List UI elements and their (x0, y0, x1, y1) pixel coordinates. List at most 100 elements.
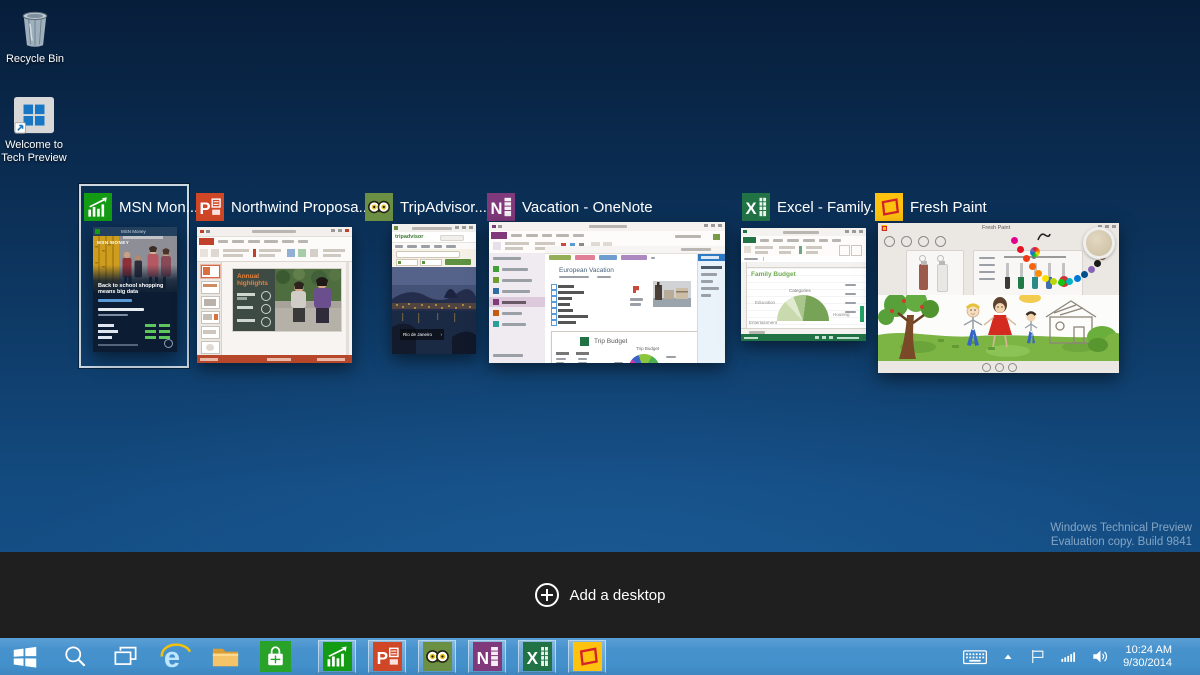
internet-explorer-icon (159, 641, 192, 672)
fresh-paint-icon (875, 193, 903, 221)
on-pages-panel (697, 253, 725, 363)
fp-color-wheel (1030, 247, 1040, 257)
ppt-slide: Annual highlights (233, 269, 341, 331)
taskview-tile-fresh-paint[interactable]: Fresh Paint Fresh Paint (875, 189, 1121, 375)
add-desktop-label: Add a desktop (569, 586, 666, 604)
xl-label-education: Education (755, 300, 776, 305)
tile-header[interactable]: MSN Mon... (84, 189, 198, 225)
window-thumbnail-powerpoint[interactable]: Annual highlights (197, 227, 352, 363)
window-thumbnail-tripadvisor[interactable]: tripadvisor Rio de Janeiro › (392, 224, 476, 354)
msn-brand: MSN MONEY (97, 240, 130, 245)
msn-overlay: Back to school shopping means big data (93, 265, 177, 352)
desktop-icon-welcome-tech-preview[interactable]: Welcome to Tech Preview (0, 96, 69, 165)
taskview-tile-msn-money[interactable]: MSN Mon... MSN Money MSN MONEY Back to s… (84, 189, 198, 364)
excel-icon (742, 193, 770, 221)
store-button[interactable] (250, 638, 300, 675)
ta-logo: tripadvisor (395, 234, 424, 240)
ppt-scrollbar (346, 262, 349, 355)
tile-header[interactable]: Fresh Paint (875, 189, 987, 225)
action-center-flag-icon[interactable] (1028, 647, 1047, 666)
volume-icon[interactable] (1090, 646, 1111, 667)
ta-header: tripadvisor (392, 232, 476, 242)
ta-photo-rio (392, 267, 476, 354)
on-pie-chart (628, 354, 660, 363)
tripadvisor-icon (423, 642, 452, 671)
tile-header[interactable]: Northwind Proposa... (196, 189, 371, 225)
msn-money-icon (84, 193, 112, 221)
search-button[interactable] (50, 638, 100, 675)
xl-label-entertainment: Entertainment (749, 320, 778, 325)
taskbar-app-powerpoint[interactable] (368, 640, 406, 673)
show-hidden-icons-chevron[interactable] (1000, 649, 1016, 665)
on-searchbar (545, 246, 725, 254)
start-button[interactable] (0, 638, 50, 675)
xl-ribbon (741, 236, 866, 257)
msn-headline: Back to school shopping means big data (98, 283, 164, 295)
window-thumbnail-onenote[interactable]: European Vacation Trip Budget Trip Budge… (489, 222, 725, 363)
touch-keyboard-icon[interactable] (962, 644, 988, 670)
on-budget-card: Trip Budget Trip Budget (551, 331, 701, 363)
search-icon (61, 643, 89, 671)
taskbar-app-onenote[interactable] (468, 640, 506, 673)
on-photo (653, 281, 691, 307)
desktop: Recycle Bin Welcome to Tech Preview Wind… (0, 0, 1200, 675)
taskbar-app-tripadvisor[interactable] (418, 640, 456, 673)
taskbar: 10:24 AM 9/30/2014 (0, 638, 1200, 675)
task-view-button[interactable] (100, 638, 150, 675)
window-thumbnail-msn-money[interactable]: MSN Money MSN MONEY Back to school shopp… (93, 227, 177, 352)
tile-header[interactable]: TripAdvisor... (365, 189, 487, 225)
tile-header[interactable]: Excel - Family... (742, 189, 883, 225)
ppt-slide-photo (275, 269, 341, 331)
xl-grid: Family Budget Categories Education Housi… (741, 262, 866, 328)
fp-palette (878, 223, 1119, 295)
plus-circle-icon (534, 583, 559, 607)
ta-photo-label: Rio de Janeiro › (400, 329, 444, 340)
tile-title: MSN Mon... (119, 198, 199, 216)
ppt-statusbar (197, 355, 352, 363)
taskview-tile-excel[interactable]: Excel - Family... Family Budget Categori… (741, 189, 883, 341)
ppt-ribbon (197, 237, 352, 262)
welcome-shortcut-icon (13, 96, 55, 136)
tile-title: Vacation - OneNote (522, 198, 653, 216)
taskbar-app-msn-money[interactable] (318, 640, 356, 673)
powerpoint-icon (196, 193, 224, 221)
internet-explorer-button[interactable] (150, 638, 200, 675)
add-desktop-button[interactable]: Add a desktop (534, 583, 666, 607)
taskview-tile-powerpoint[interactable]: Northwind Proposa... Annual highlights (196, 189, 371, 364)
tile-title: Excel - Family... (777, 198, 883, 216)
window-thumbnail-fresh-paint[interactable]: Fresh Paint (878, 223, 1119, 373)
taskbar-app-excel[interactable] (518, 640, 556, 673)
on-card-title: Trip Budget (594, 338, 628, 345)
powerpoint-icon (373, 642, 402, 671)
taskbar-app-fresh-paint[interactable] (568, 640, 606, 673)
taskview-tile-tripadvisor[interactable]: TripAdvisor... tripadvisor Rio de Janeir… (365, 189, 487, 359)
file-explorer-icon (210, 641, 241, 672)
xl-statusbar (741, 334, 866, 341)
excel-icon (523, 642, 552, 671)
fp-bottom-bar (878, 361, 1119, 373)
system-tray: 10:24 AM 9/30/2014 (962, 638, 1200, 675)
clock[interactable]: 10:24 AM 9/30/2014 (1123, 644, 1172, 670)
desktop-icon-recycle-bin[interactable]: Recycle Bin (0, 8, 70, 66)
on-notebooks-sidebar (489, 253, 546, 363)
onenote-icon (487, 193, 515, 221)
tripadvisor-icon (365, 193, 393, 221)
taskview-tile-onenote[interactable]: Vacation - OneNote European Vacation Tri… (487, 189, 727, 365)
file-explorer-button[interactable] (200, 638, 250, 675)
build-watermark: Windows Technical Preview Evaluation cop… (1050, 522, 1192, 548)
desktop-icon-label: Welcome to Tech Preview (1, 139, 67, 164)
onenote-icon (473, 642, 502, 671)
fp-squiggle (1037, 233, 1051, 241)
network-signal-icon[interactable] (1059, 647, 1078, 666)
task-view-icon (112, 643, 139, 670)
tray-time: 10:24 AM (1125, 643, 1172, 656)
window-thumbnail-excel[interactable]: Family Budget Categories Education Housi… (741, 228, 866, 341)
start-icon (10, 642, 40, 672)
xl-sheet-title: Family Budget (751, 271, 796, 278)
on-flag-icon (633, 286, 639, 293)
recycle-bin-icon (17, 8, 53, 50)
fp-canvas-drawing (878, 295, 1119, 361)
store-icon (260, 641, 291, 672)
tile-header[interactable]: Vacation - OneNote (487, 189, 653, 225)
tile-title: Northwind Proposa... (231, 198, 372, 216)
